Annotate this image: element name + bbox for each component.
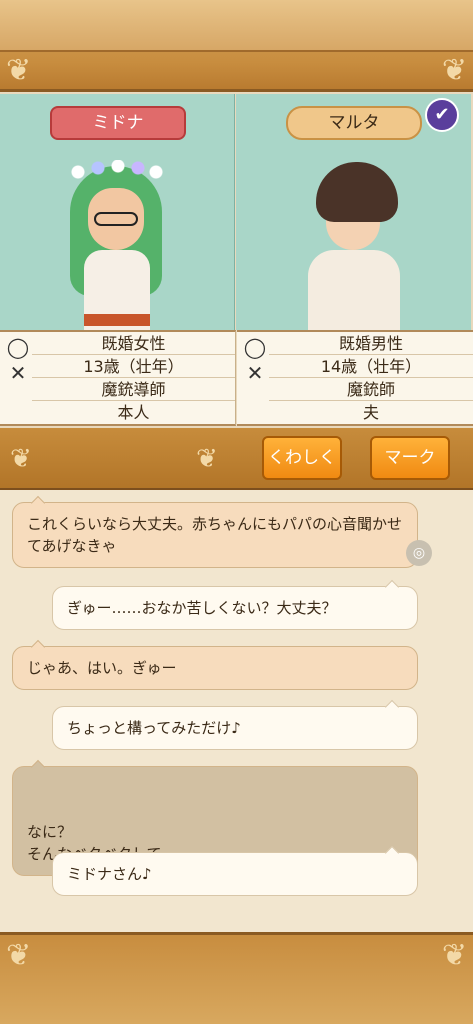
- chat-bubble-partner: じゃあ、はい。ぎゅー: [12, 639, 418, 690]
- chat-text: じゃあ、はい。ぎゅー: [27, 659, 177, 677]
- ornament-icon: ❦: [6, 53, 32, 88]
- info-icons: ◯ ✕: [241, 334, 269, 386]
- age: 13歳（壮年）: [32, 355, 235, 378]
- top-strip: [0, 0, 473, 52]
- info-lines: 既婚女性 13歳（壮年） 魔銃導師 本人: [32, 332, 235, 424]
- portrait-panel-right: マルタ ✔: [236, 94, 471, 330]
- info-panel-left: ◯ ✕ 既婚女性 13歳（壮年） 魔銃導師 本人: [0, 330, 236, 426]
- relation: 夫: [362, 403, 379, 422]
- name-label-left: ミドナ: [50, 106, 186, 140]
- chat-text: ミドナさん♪: [67, 865, 152, 883]
- crossed-weapons-icon: ✕: [246, 361, 264, 385]
- glasses: [94, 212, 138, 226]
- top-bar: ❦ ❦: [0, 0, 473, 92]
- occupation: 魔銃導師: [32, 378, 235, 401]
- ornament-icon: ❦: [196, 444, 218, 474]
- ornament-icon: ❦: [441, 938, 467, 973]
- ring-icon: ◯: [6, 335, 30, 359]
- shirt: [308, 250, 400, 330]
- details-button[interactable]: くわしく: [262, 436, 342, 480]
- ornament-icon: ❦: [10, 444, 32, 474]
- hair: [316, 162, 398, 222]
- chat-text: ちょっと構ってみただけ♪: [67, 719, 241, 737]
- marital-status: 既婚男性: [269, 332, 473, 355]
- belt: [84, 314, 150, 326]
- bottom-bar: ❦ ❦: [0, 932, 473, 1024]
- ornament-icon: ❦: [441, 53, 467, 88]
- portrait-panel-left: ミドナ: [0, 94, 235, 330]
- mark-button[interactable]: マーク: [370, 436, 450, 480]
- relation: 本人: [117, 403, 150, 422]
- ring-icon: ◯: [243, 335, 267, 359]
- action-bar: ❦ ❦ くわしく マーク: [0, 428, 473, 490]
- character-portrait-right: [298, 154, 408, 330]
- chat-bubble-self: ちょっと構ってみただけ♪: [52, 699, 418, 750]
- info-panel-right: ◯ ✕ 既婚男性 14歳（壮年） 魔銃師 夫: [237, 330, 473, 426]
- name-label-right: マルタ: [286, 106, 422, 140]
- crossed-weapons-icon: ✕: [9, 361, 27, 385]
- occupation: 魔銃師: [269, 378, 473, 401]
- status-badge-icon: ◎: [406, 540, 432, 566]
- chat-area[interactable]: これくらいなら大丈夫。赤ちゃんにもパパの心音聞かせてあげなきゃ ぎゅー……おなか…: [0, 490, 473, 932]
- character-portrait-left: [62, 154, 172, 330]
- check-icon[interactable]: ✔: [425, 98, 459, 132]
- chat-bubble-self: ぎゅー……おなか苦しくない？大丈夫？: [52, 579, 418, 630]
- info-icons: ◯ ✕: [4, 334, 32, 386]
- info-lines: 既婚男性 14歳（壮年） 魔銃師 夫: [269, 332, 473, 424]
- marital-status: 既婚女性: [32, 332, 235, 355]
- flower-crown: [68, 160, 164, 184]
- ornament-icon: ❦: [6, 938, 32, 973]
- age: 14歳（壮年）: [269, 355, 473, 378]
- chat-bubble-partner: これくらいなら大丈夫。赤ちゃんにもパパの心音聞かせてあげなきゃ: [12, 495, 418, 568]
- chat-bubble-self: ミドナさん♪: [52, 845, 418, 896]
- chat-text: これくらいなら大丈夫。赤ちゃんにもパパの心音聞かせてあげなきゃ: [27, 515, 403, 555]
- chat-text: ぎゅー……おなか苦しくない？大丈夫？: [67, 599, 337, 617]
